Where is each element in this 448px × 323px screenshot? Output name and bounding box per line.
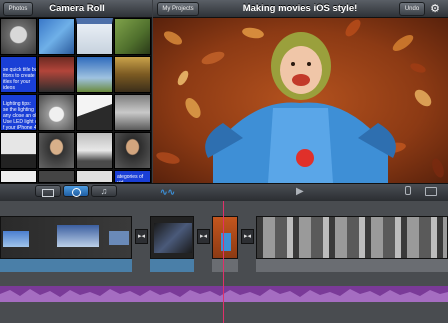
my-projects-button[interactable]: My Projects — [157, 2, 199, 16]
media-thumb[interactable] — [114, 18, 151, 55]
media-thumb[interactable]: ategories of vid — [114, 170, 151, 183]
clip-strip — [150, 259, 194, 272]
media-thumb[interactable] — [0, 18, 37, 55]
video-clip[interactable] — [212, 216, 238, 259]
undo-button[interactable]: Undo — [399, 2, 425, 16]
audio-waveform-icon[interactable]: ∿∿ — [160, 186, 175, 198]
transition-button[interactable]: ▸◂ — [241, 229, 254, 244]
media-thumb[interactable]: Lighting tips: se the lighting any close… — [0, 94, 37, 131]
thumb-text: Lighting tips: se the lighting any close… — [3, 101, 37, 131]
clip-strip — [0, 259, 132, 272]
transition-button[interactable]: ▸◂ — [197, 229, 210, 244]
media-thumb[interactable] — [114, 56, 151, 93]
clip-strip — [212, 259, 238, 272]
thumb-text: ategories of vid — [117, 174, 144, 183]
media-thumb[interactable] — [38, 170, 75, 183]
media-thumb[interactable] — [76, 18, 113, 55]
timeline[interactable]: ▸◂ ▸◂ ▸◂ — [0, 201, 448, 323]
video-clip[interactable] — [256, 216, 448, 259]
music-filter-button[interactable]: ♫ — [91, 185, 117, 197]
project-title: Making movies iOS style! — [242, 3, 358, 14]
thumb-text: se quick title bu ttons to create itles … — [3, 67, 37, 91]
media-thumb[interactable] — [114, 94, 151, 131]
transition-button[interactable]: ▸◂ — [135, 229, 148, 244]
media-thumb[interactable] — [76, 132, 113, 169]
video-clip[interactable] — [150, 216, 194, 259]
music-note-icon: ♫ — [100, 186, 108, 196]
media-grid: se quick title bu ttons to create itles … — [0, 18, 152, 183]
media-thumb[interactable] — [38, 56, 75, 93]
audio-track[interactable] — [0, 286, 448, 302]
camera-roll-title: Camera Roll — [49, 3, 105, 14]
media-thumb[interactable]: se quick title bu ttons to create itles … — [0, 56, 37, 93]
media-thumb[interactable] — [38, 18, 75, 55]
media-thumb[interactable] — [76, 56, 113, 93]
photos-button[interactable]: Photos — [3, 2, 33, 16]
media-thumb[interactable] — [114, 132, 151, 169]
clip-strip — [256, 259, 448, 272]
media-thumb[interactable] — [38, 132, 75, 169]
video-frame-image — [153, 18, 448, 183]
playhead[interactable] — [223, 201, 224, 323]
media-thumb[interactable] — [76, 94, 113, 131]
video-filter-button[interactable] — [35, 185, 61, 197]
video-clip[interactable] — [0, 216, 132, 259]
media-thumb[interactable] — [0, 170, 37, 183]
camera-record-icon[interactable] — [425, 187, 437, 196]
media-thumb[interactable] — [38, 94, 75, 131]
gear-icon[interactable]: ⚙ — [428, 2, 442, 16]
video-filter-icon — [42, 189, 54, 197]
media-thumb[interactable] — [76, 170, 113, 183]
camera-icon — [71, 188, 81, 197]
microphone-icon[interactable] — [405, 186, 411, 195]
photo-filter-button[interactable] — [63, 185, 89, 197]
play-icon[interactable]: ▶ — [296, 185, 304, 198]
media-thumb[interactable] — [0, 132, 37, 169]
video-viewer[interactable] — [153, 18, 448, 183]
